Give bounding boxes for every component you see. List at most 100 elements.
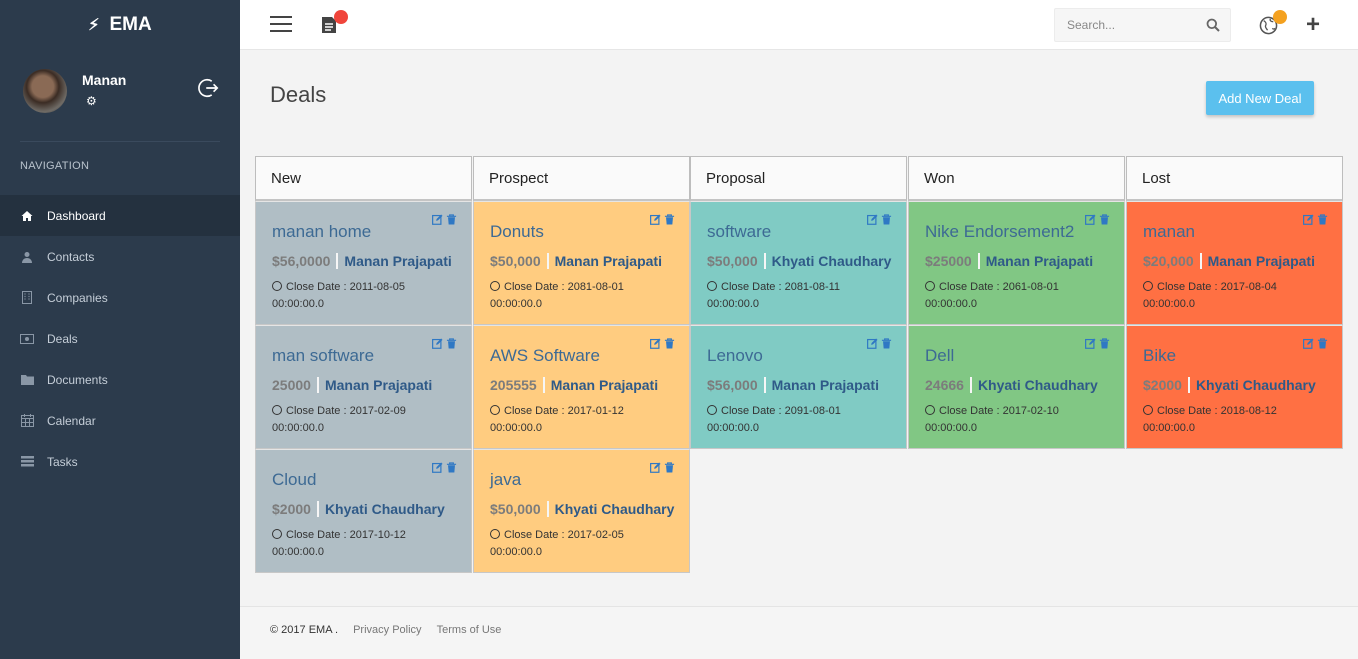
delete-icon[interactable]: [664, 338, 675, 349]
deal-amount: 25000: [272, 377, 319, 393]
deal-title[interactable]: software: [707, 222, 906, 242]
deal-title[interactable]: Dell: [925, 346, 1124, 366]
logout-icon[interactable]: [198, 77, 220, 99]
sidebar-item-companies[interactable]: Companies: [0, 277, 240, 318]
user-name[interactable]: Manan: [82, 72, 126, 88]
privacy-policy-link[interactable]: Privacy Policy: [353, 624, 421, 636]
deal-owner[interactable]: Manan Prajapati: [545, 377, 658, 393]
deal-card[interactable]: Nike Endorsement2 $25000 Manan Prajapati Cl…: [908, 201, 1125, 325]
sidebar-item-contacts[interactable]: Contacts: [0, 236, 240, 277]
edit-icon[interactable]: [867, 338, 878, 349]
delete-icon[interactable]: [664, 462, 675, 473]
deal-close-date: Close Date : 2018-08-12 00:00:00.0: [1143, 403, 1342, 437]
card-actions: [1085, 338, 1110, 349]
delete-icon[interactable]: [1317, 338, 1328, 349]
delete-icon[interactable]: [1317, 214, 1328, 225]
deal-card[interactable]: manan $20,000 Manan Prajapati Close Date : …: [1126, 201, 1343, 325]
close-time-text: 00:00:00.0: [490, 422, 542, 434]
delete-icon[interactable]: [881, 214, 892, 225]
close-time-text: 00:00:00.0: [1143, 422, 1195, 434]
edit-icon[interactable]: [650, 338, 661, 349]
edit-icon[interactable]: [650, 214, 661, 225]
delete-icon[interactable]: [664, 214, 675, 225]
deal-owner[interactable]: Khyati Chaudhary: [319, 501, 445, 517]
deal-title[interactable]: manan home: [272, 222, 471, 242]
sidebar-item-label: Contacts: [47, 249, 95, 264]
brand[interactable]: ⚡︎ EMA: [0, 0, 240, 50]
deal-title[interactable]: man software: [272, 346, 471, 366]
deal-owner[interactable]: Manan Prajapati: [980, 253, 1093, 269]
edit-icon[interactable]: [1085, 214, 1096, 225]
deal-owner[interactable]: Manan Prajapati: [549, 253, 662, 269]
card-actions: [650, 338, 675, 349]
card-actions: [1303, 338, 1328, 349]
search-icon[interactable]: [1206, 18, 1220, 32]
deal-card[interactable]: java $50,000 Khyati Chaudhary Close Date : …: [473, 449, 690, 573]
clock-icon: [272, 529, 282, 539]
deal-title[interactable]: Cloud: [272, 470, 471, 490]
delete-icon[interactable]: [446, 214, 457, 225]
deal-title[interactable]: AWS Software: [490, 346, 689, 366]
close-date-text: Close Date : 2017-08-04: [1157, 281, 1277, 293]
avatar[interactable]: [23, 69, 67, 113]
close-time-text: 00:00:00.0: [925, 422, 977, 434]
deal-card[interactable]: Cloud $2000 Khyati Chaudhary Close Date : 2…: [255, 449, 472, 573]
deal-title[interactable]: Nike Endorsement2: [925, 222, 1124, 242]
close-date-text: Close Date : 2017-02-10: [939, 405, 1059, 417]
deal-card[interactable]: Lenovo $56,000 Manan Prajapati Close Date :…: [690, 325, 907, 449]
terms-of-use-link[interactable]: Terms of Use: [437, 624, 502, 636]
delete-icon[interactable]: [446, 462, 457, 473]
deal-card[interactable]: man software 25000 Manan Prajapati Close Da…: [255, 325, 472, 449]
deal-card[interactable]: Bike $2000 Khyati Chaudhary Close Date : 20…: [1126, 325, 1343, 449]
sidebar-item-dashboard[interactable]: Dashboard: [0, 195, 240, 236]
close-date-text: Close Date : 2017-02-05: [504, 529, 624, 541]
deal-owner[interactable]: Manan Prajapati: [1202, 253, 1315, 269]
deal-owner[interactable]: Manan Prajapati: [766, 377, 879, 393]
sidebar-item-tasks[interactable]: Tasks: [0, 441, 240, 482]
add-new-deal-button[interactable]: Add New Deal: [1206, 81, 1314, 115]
edit-icon[interactable]: [432, 462, 443, 473]
menu-toggle-icon[interactable]: [270, 16, 292, 32]
column-header: New: [255, 156, 472, 201]
sidebar-item-calendar[interactable]: Calendar: [0, 400, 240, 441]
edit-icon[interactable]: [867, 214, 878, 225]
edit-icon[interactable]: [1303, 214, 1314, 225]
edit-icon[interactable]: [1085, 338, 1096, 349]
clock-icon: [272, 405, 282, 415]
delete-icon[interactable]: [446, 338, 457, 349]
add-icon[interactable]: +: [1306, 13, 1320, 37]
edit-icon[interactable]: [1303, 338, 1314, 349]
clock-icon: [272, 281, 282, 291]
sidebar-item-documents[interactable]: Documents: [0, 359, 240, 400]
deal-owner[interactable]: Manan Prajapati: [319, 377, 432, 393]
delete-icon[interactable]: [881, 338, 892, 349]
deal-card[interactable]: Dell 24666 Khyati Chaudhary Close Date : 20…: [908, 325, 1125, 449]
gear-icon[interactable]: ⚙: [86, 94, 97, 108]
deal-owner[interactable]: Manan Prajapati: [338, 253, 451, 269]
close-time-text: 00:00:00.0: [272, 298, 324, 310]
edit-icon[interactable]: [432, 214, 443, 225]
deal-title[interactable]: Donuts: [490, 222, 689, 242]
search-box: [1054, 8, 1231, 42]
deal-title[interactable]: java: [490, 470, 689, 490]
deal-owner[interactable]: Khyati Chaudhary: [1190, 377, 1316, 393]
deal-card[interactable]: AWS Software 205555 Manan Prajapati Close D…: [473, 325, 690, 449]
delete-icon[interactable]: [1099, 338, 1110, 349]
deal-card[interactable]: software $50,000 Khyati Chaudhary Close Dat…: [690, 201, 907, 325]
edit-icon[interactable]: [432, 338, 443, 349]
delete-icon[interactable]: [1099, 214, 1110, 225]
deal-owner[interactable]: Khyati Chaudhary: [549, 501, 675, 517]
deal-title[interactable]: Lenovo: [707, 346, 906, 366]
deal-title[interactable]: manan: [1143, 222, 1342, 242]
brand-name: EMA: [109, 14, 152, 35]
deal-info: $2000 Khyati Chaudhary: [272, 501, 471, 517]
deal-owner[interactable]: Khyati Chaudhary: [766, 253, 892, 269]
deal-title[interactable]: Bike: [1143, 346, 1342, 366]
search-input[interactable]: [1055, 9, 1195, 41]
deal-card[interactable]: manan home $56,0000 Manan Prajapati Close D…: [255, 201, 472, 325]
deal-card[interactable]: Donuts $50,000 Manan Prajapati Close Date :…: [473, 201, 690, 325]
deal-column: Proposal software $50,000 Khyati Chaudhary C…: [690, 156, 907, 449]
sidebar-item-deals[interactable]: Deals: [0, 318, 240, 359]
deal-owner[interactable]: Khyati Chaudhary: [972, 377, 1098, 393]
edit-icon[interactable]: [650, 462, 661, 473]
